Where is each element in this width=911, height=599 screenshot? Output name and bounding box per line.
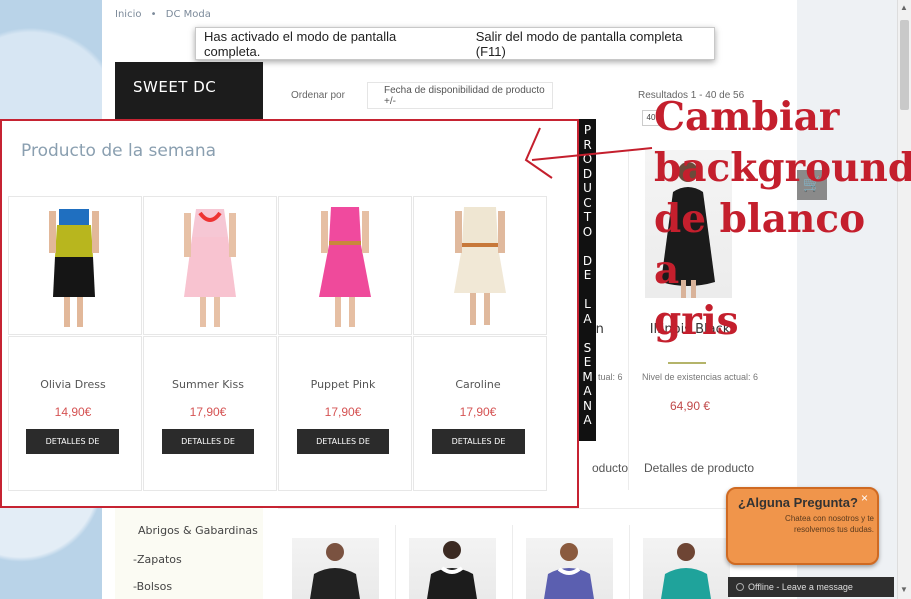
tab-letter: A bbox=[583, 384, 592, 398]
product-image-cell[interactable] bbox=[8, 196, 142, 335]
model-image bbox=[310, 543, 360, 599]
product-stock: Nivel de existencias actual: 6 bbox=[642, 372, 759, 382]
product-details-button[interactable]: DETALLES DE PRODUCTO bbox=[26, 429, 119, 471]
model-image bbox=[427, 541, 477, 599]
product-name[interactable]: Puppet Pink bbox=[276, 378, 410, 391]
product-stock-partial: tual: 6 bbox=[598, 372, 623, 382]
breadcrumb-current[interactable]: DC Moda bbox=[166, 9, 211, 20]
tab-letter bbox=[586, 283, 590, 298]
product-details-button[interactable]: DETALLES DE PRODUCTO bbox=[162, 429, 254, 471]
product-image-cell[interactable] bbox=[413, 196, 547, 335]
caroline-image bbox=[454, 207, 506, 325]
product-price: 17,90€ bbox=[189, 405, 227, 419]
exit-fullscreen-link[interactable]: Salir del modo de pantalla completa (F11… bbox=[476, 29, 714, 59]
breadcrumb-home[interactable]: Inicio bbox=[115, 9, 141, 20]
tab-letter: T bbox=[583, 210, 592, 224]
product-image[interactable] bbox=[643, 538, 730, 599]
model-image bbox=[544, 543, 594, 599]
tab-letter: O bbox=[582, 224, 593, 239]
puppet-pink-image bbox=[319, 207, 371, 327]
product-image-cell[interactable] bbox=[278, 196, 412, 335]
summer-kiss-image bbox=[184, 209, 236, 327]
tab-letter: N bbox=[583, 398, 592, 413]
fullscreen-message: Has activado el modo de pantalla complet… bbox=[204, 28, 397, 59]
chat-widget[interactable]: ¿Alguna Pregunta? × Chatea con nosotros … bbox=[726, 487, 879, 565]
product-name[interactable]: Caroline bbox=[411, 378, 545, 391]
tab-letter: C bbox=[583, 195, 592, 210]
product-image-cell[interactable] bbox=[143, 196, 277, 335]
tab-letter: D bbox=[582, 253, 593, 268]
scrollbar-thumb[interactable] bbox=[900, 20, 909, 110]
fullscreen-notice: Has activado el modo de pantalla complet… bbox=[195, 27, 715, 60]
chat-subtitle: Chatea con nosotros y te resolvemos tus … bbox=[785, 514, 874, 534]
breadcrumb: Inicio • DC Moda bbox=[115, 9, 217, 20]
product-image[interactable] bbox=[526, 538, 613, 599]
scroll-up-icon[interactable]: ▲ bbox=[898, 2, 910, 14]
sidebar-item-abrigos[interactable]: Abrigos & Gabardinas bbox=[138, 524, 258, 537]
product-price: 17,90€ bbox=[459, 405, 497, 419]
grid-divider bbox=[629, 525, 630, 599]
annotation-line: Cambiar bbox=[654, 94, 840, 140]
tab-letter: E bbox=[583, 268, 592, 282]
brand-title[interactable]: SWEET DC bbox=[133, 78, 216, 96]
breadcrumb-separator: • bbox=[150, 9, 157, 20]
olivia-dress-image bbox=[49, 209, 99, 327]
product-price: 64,90 € bbox=[670, 399, 711, 413]
model-image bbox=[661, 543, 711, 599]
annotation-line: background bbox=[654, 145, 911, 191]
product-image[interactable] bbox=[292, 538, 379, 599]
tab-letter: U bbox=[583, 181, 592, 195]
chat-status: Offline - Leave a message bbox=[748, 582, 853, 592]
annotation-line: de blanco a bbox=[654, 196, 866, 293]
product-details-link-partial[interactable]: oducto bbox=[592, 461, 628, 475]
tab-letter: S bbox=[583, 340, 592, 355]
panel-title: Producto de la semana bbox=[21, 141, 217, 161]
product-of-week-panel: Producto de la semana Olivia Dress Summe… bbox=[0, 119, 579, 508]
product-name[interactable]: Summer Kiss bbox=[141, 378, 275, 391]
chat-status-bar[interactable]: Offline - Leave a message bbox=[728, 577, 894, 597]
product-details-button[interactable]: DETALLES DE PRODUCTO bbox=[297, 429, 389, 471]
grid-divider bbox=[628, 150, 629, 490]
tab-letter: L bbox=[584, 297, 591, 311]
chat-title: ¿Alguna Pregunta? bbox=[738, 495, 858, 510]
tab-letter: A bbox=[583, 413, 592, 427]
grid-divider bbox=[512, 525, 513, 599]
annotation-text: Cambiar background de blanco a gris bbox=[654, 92, 911, 347]
tab-letter bbox=[586, 239, 590, 254]
sidebar-item-zapatos[interactable]: -Zapatos bbox=[133, 553, 182, 566]
grid-divider bbox=[395, 525, 396, 599]
arrow-annotation-icon bbox=[524, 127, 653, 179]
sidebar-header: SWEET DC bbox=[115, 62, 263, 122]
product-divider bbox=[668, 362, 706, 364]
product-name[interactable]: Olivia Dress bbox=[6, 378, 140, 391]
annotation-line: gris bbox=[654, 298, 739, 344]
sort-select[interactable]: Fecha de disponibilidad de producto +/- bbox=[367, 82, 553, 109]
tab-letter: M bbox=[582, 369, 593, 384]
grid-divider bbox=[278, 508, 748, 509]
tab-letter bbox=[586, 326, 590, 341]
scroll-down-icon[interactable]: ▼ bbox=[898, 584, 910, 596]
tab-letter: E bbox=[583, 355, 592, 369]
tab-letter: A bbox=[583, 311, 592, 326]
product-details-link[interactable]: Detalles de producto bbox=[644, 461, 754, 475]
status-icon bbox=[736, 583, 744, 591]
product-price: 14,90€ bbox=[54, 405, 92, 419]
product-image[interactable] bbox=[409, 538, 496, 599]
product-details-button[interactable]: DETALLES DE PRODUCTO bbox=[432, 429, 525, 471]
close-icon[interactable]: × bbox=[861, 491, 868, 505]
sort-label: Ordenar por bbox=[291, 90, 345, 101]
sidebar-item-bolsos[interactable]: -Bolsos bbox=[133, 580, 172, 593]
product-price: 17,90€ bbox=[324, 405, 362, 419]
